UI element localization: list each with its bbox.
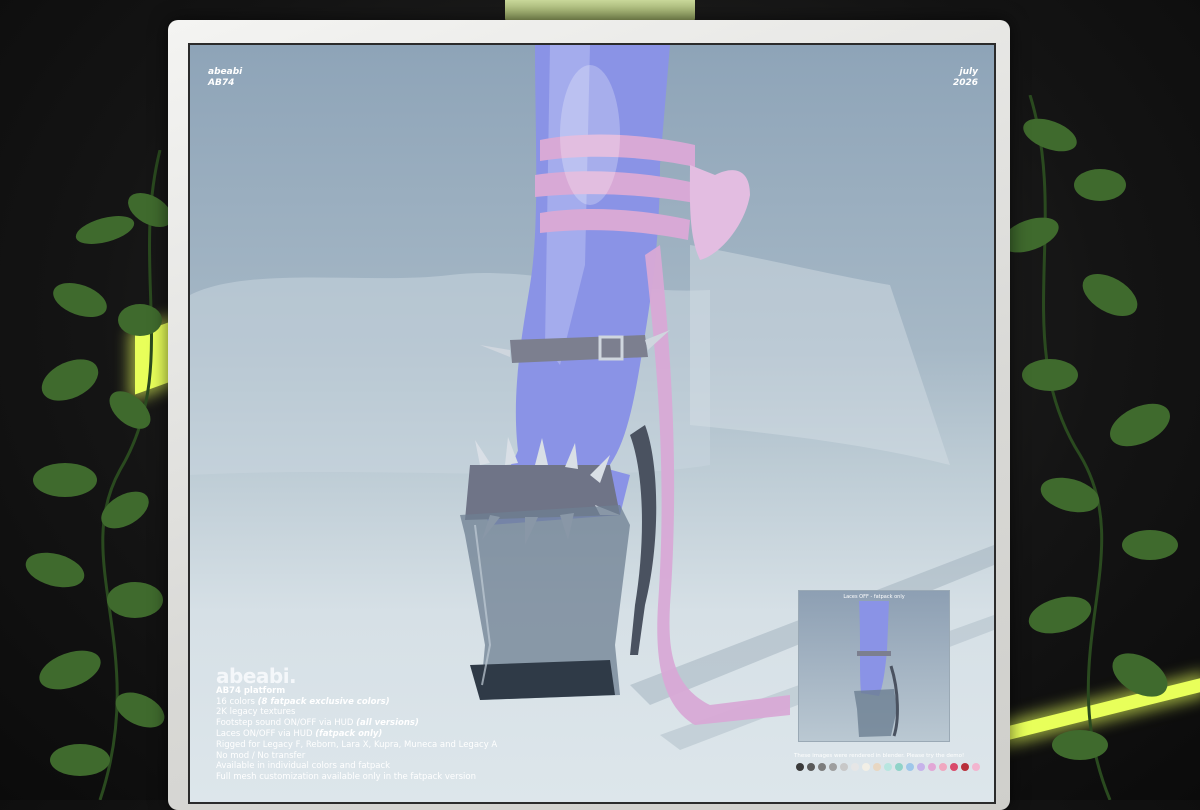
poster-date-corner: july 2026 [953, 67, 978, 89]
product-line: AB74 platform [216, 685, 286, 696]
render-note: These images were rendered in blender. P… [794, 753, 965, 759]
detail-text: Available in individual colors and fatpa… [216, 761, 391, 772]
color-swatch [895, 763, 903, 771]
color-swatch [796, 763, 804, 771]
detail-line: Full mesh customization available only i… [216, 772, 497, 783]
preview-caption: Laces OFF - fatpack only [843, 594, 905, 600]
ivy-vine-right [1001, 95, 1178, 800]
color-swatch [829, 763, 837, 771]
detail-line: Footstep sound ON/OFF via HUD (all versi… [216, 718, 497, 729]
product-details: 16 colors (8 fatpack exclusive colors) 2K… [216, 697, 497, 783]
color-swatch [840, 763, 848, 771]
color-swatches [796, 763, 980, 771]
product-poster: abeabi AB74 july 2026 abeabi. AB74 platf… [188, 43, 996, 804]
detail-text: 2K legacy textures [216, 707, 296, 718]
detail-line: No mod / No transfer [216, 751, 497, 762]
detail-text: No mod / No transfer [216, 750, 306, 761]
poster-brand-corner: abeabi AB74 [208, 67, 242, 89]
detail-line: 2K legacy textures [216, 707, 497, 718]
release-year: 2026 [952, 78, 978, 88]
detail-line: Rigged for Legacy F, Reborn, Lara X, Kup… [216, 740, 497, 751]
color-swatch [928, 763, 936, 771]
color-swatch [807, 763, 815, 771]
detail-emphasis: (all versions) [356, 718, 419, 729]
detail-text: Full mesh customization available only i… [216, 772, 477, 783]
laces-off-preview: Laces OFF - fatpack only [798, 590, 950, 742]
color-swatch [917, 763, 925, 771]
color-swatch [873, 763, 881, 771]
detail-line: 16 colors (8 fatpack exclusive colors) [216, 697, 497, 708]
color-swatch [972, 763, 980, 771]
color-swatch [950, 763, 958, 771]
color-swatch [851, 763, 859, 771]
color-swatch [939, 763, 947, 771]
color-swatch [818, 763, 826, 771]
detail-line: Laces ON/OFF via HUD (fatpack only) [216, 729, 497, 740]
release-month: july [959, 67, 978, 77]
detail-text: Rigged for Legacy F, Reborn, Lara X, Kup… [216, 739, 498, 750]
detail-text: 16 colors [216, 696, 258, 707]
product-info: abeabi. AB74 platform 16 colors (8 fatpa… [216, 664, 497, 783]
room-scene: abeabi AB74 july 2026 abeabi. AB74 platf… [0, 0, 1200, 810]
color-swatch [862, 763, 870, 771]
detail-text: Laces ON/OFF via HUD [216, 728, 316, 739]
color-swatch [884, 763, 892, 771]
detail-line: Available in individual colors and fatpa… [216, 761, 497, 772]
detail-emphasis: (8 fatpack exclusive colors) [257, 696, 390, 707]
detail-emphasis: (fatpack only) [315, 728, 383, 739]
color-swatch [906, 763, 914, 771]
product-code: AB74 [208, 78, 235, 88]
detail-text: Footstep sound ON/OFF via HUD [216, 718, 357, 729]
color-swatch [961, 763, 969, 771]
brand-name: abeabi [208, 67, 243, 77]
preview-heel-render [854, 601, 899, 737]
brand-logo: abeabi. [216, 664, 297, 688]
